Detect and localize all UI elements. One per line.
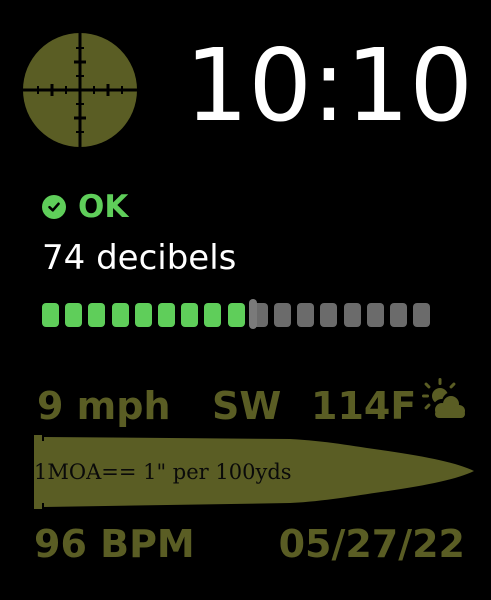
wind-direction: SW [212, 384, 282, 428]
meter-segment [227, 303, 245, 327]
meter-segment [111, 303, 129, 327]
meter-segment [181, 303, 199, 327]
meter-segment [390, 303, 407, 327]
meter-segment [65, 303, 83, 327]
heart-rate[interactable]: 96 BPM [34, 522, 195, 566]
moa-note[interactable]: 1MOA== 1" per 100yds [34, 460, 292, 484]
meter-segment [297, 303, 315, 327]
meter-level-marker [248, 299, 257, 329]
checkmark-icon [42, 195, 66, 219]
meter-segment [320, 303, 338, 327]
meter-segment [413, 303, 431, 327]
meter-segment [274, 303, 291, 327]
noise-status-label: OK [78, 189, 129, 225]
meter-segment [42, 303, 59, 327]
meter-segment [343, 303, 361, 327]
meter-segment [366, 303, 384, 327]
partly-cloudy-sun-icon [422, 378, 467, 418]
noise-level-meter [42, 299, 462, 329]
scope-crosshair-icon[interactable] [22, 32, 138, 148]
wind-speed: 9 mph [37, 384, 171, 428]
meter-segment [158, 303, 175, 327]
date-display[interactable]: 05/27/22 [279, 522, 465, 566]
noise-complication[interactable]: OK 74 decibels [30, 172, 460, 347]
time-display: 10:10 [184, 27, 473, 144]
decibel-reading: 74 decibels [42, 238, 237, 278]
meter-segment [88, 303, 106, 327]
temperature: 114F [311, 384, 417, 428]
meter-segment [134, 303, 152, 327]
noise-status: OK [42, 189, 129, 225]
meter-segment [204, 303, 222, 327]
